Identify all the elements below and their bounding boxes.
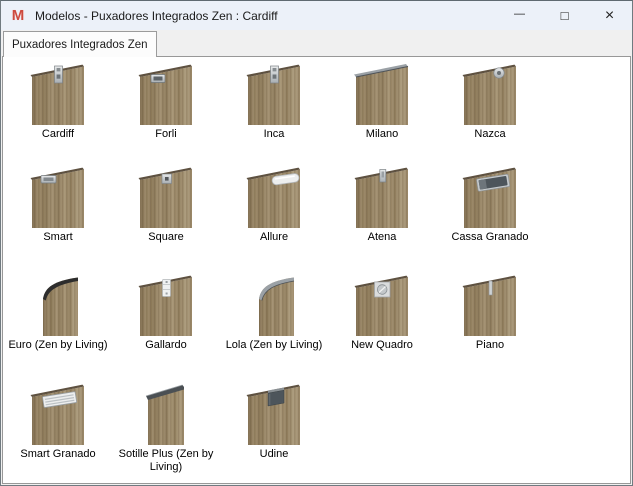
model-item[interactable]: Allure	[220, 165, 328, 273]
model-thumbnail	[126, 273, 206, 339]
model-item[interactable]: Smart	[4, 165, 112, 273]
model-label: Nazca	[474, 128, 506, 140]
model-label: Smart Granado	[20, 448, 96, 460]
title-bar[interactable]: M Modelos - Puxadores Integrados Zen : C…	[1, 1, 632, 30]
models-row: Cardiff Forli Inca Milano Nazca	[4, 62, 630, 165]
models-row: Smart Granado Sotille Plus (Zen by Living…	[4, 382, 630, 483]
model-item[interactable]: Cassa Granado	[436, 165, 544, 273]
model-thumbnail	[342, 273, 422, 339]
model-item[interactable]: Milano	[328, 62, 436, 165]
model-thumbnail	[234, 165, 314, 231]
model-item[interactable]: Piano	[436, 273, 544, 382]
model-label: Inca	[263, 128, 285, 140]
model-label: Smart	[43, 231, 73, 243]
minimize-button[interactable]: —	[497, 1, 542, 30]
model-thumbnail	[234, 62, 314, 128]
model-thumbnail	[450, 62, 530, 128]
model-item[interactable]: Smart Granado	[4, 382, 112, 483]
model-item[interactable]: Euro (Zen by Living)	[4, 273, 112, 382]
model-thumbnail	[18, 382, 98, 448]
model-thumbnail	[126, 62, 206, 128]
model-label: Atena	[367, 231, 397, 243]
model-item[interactable]: Cardiff	[4, 62, 112, 165]
model-label: Euro (Zen by Living)	[8, 339, 108, 351]
close-button[interactable]: ×	[587, 1, 632, 30]
models-row: Euro (Zen by Living) Gallardo Lola (Zen by…	[4, 273, 630, 382]
model-item[interactable]: Forli	[112, 62, 220, 165]
model-item[interactable]: Sotille Plus (Zen by Living)	[112, 382, 220, 483]
model-item[interactable]: Inca	[220, 62, 328, 165]
model-thumbnail	[126, 382, 206, 448]
model-item[interactable]: Nazca	[436, 62, 544, 165]
model-label: Cardiff	[41, 128, 75, 140]
model-label: Sotille Plus (Zen by Living)	[118, 448, 214, 473]
model-label: Udine	[259, 448, 289, 460]
model-label: Piano	[475, 339, 505, 351]
app-m-icon: M	[11, 6, 25, 24]
model-label: Milano	[365, 128, 399, 140]
model-thumbnail	[450, 165, 530, 231]
model-item[interactable]: New Quadro	[328, 273, 436, 382]
models-grid: Cardiff Forli Inca Milano Nazca Smart Square Al…	[2, 56, 631, 484]
model-thumbnail	[18, 273, 98, 339]
window-title: Modelos - Puxadores Integrados Zen : Car…	[35, 8, 278, 23]
model-thumbnail	[342, 165, 422, 231]
model-thumbnail	[234, 273, 314, 339]
model-thumbnail	[342, 62, 422, 128]
model-label: New Quadro	[351, 339, 413, 351]
tab-puxadores-integrados-zen[interactable]: Puxadores Integrados Zen	[3, 31, 157, 57]
model-thumbnail	[450, 273, 530, 339]
model-thumbnail	[18, 165, 98, 231]
model-label: Cassa Granado	[451, 231, 529, 243]
model-thumbnail	[18, 62, 98, 128]
model-label: Allure	[259, 231, 289, 243]
model-label: Square	[148, 231, 184, 243]
model-item[interactable]: Square	[112, 165, 220, 273]
model-item[interactable]: Udine	[220, 382, 328, 483]
model-thumbnail	[234, 382, 314, 448]
window-controls: — □ ×	[497, 1, 632, 30]
modelos-window: M Modelos - Puxadores Integrados Zen : C…	[0, 0, 633, 486]
models-row: Smart Square Allure Atena Cassa Granado	[4, 165, 630, 273]
maximize-button[interactable]: □	[542, 1, 587, 30]
model-label: Forli	[155, 128, 177, 140]
model-item[interactable]: Atena	[328, 165, 436, 273]
model-item[interactable]: Gallardo	[112, 273, 220, 382]
model-thumbnail	[126, 165, 206, 231]
model-item[interactable]: Lola (Zen by Living)	[220, 273, 328, 382]
model-label: Lola (Zen by Living)	[225, 339, 323, 351]
tab-strip: Puxadores Integrados Zen	[1, 30, 632, 57]
model-label: Gallardo	[145, 339, 187, 351]
